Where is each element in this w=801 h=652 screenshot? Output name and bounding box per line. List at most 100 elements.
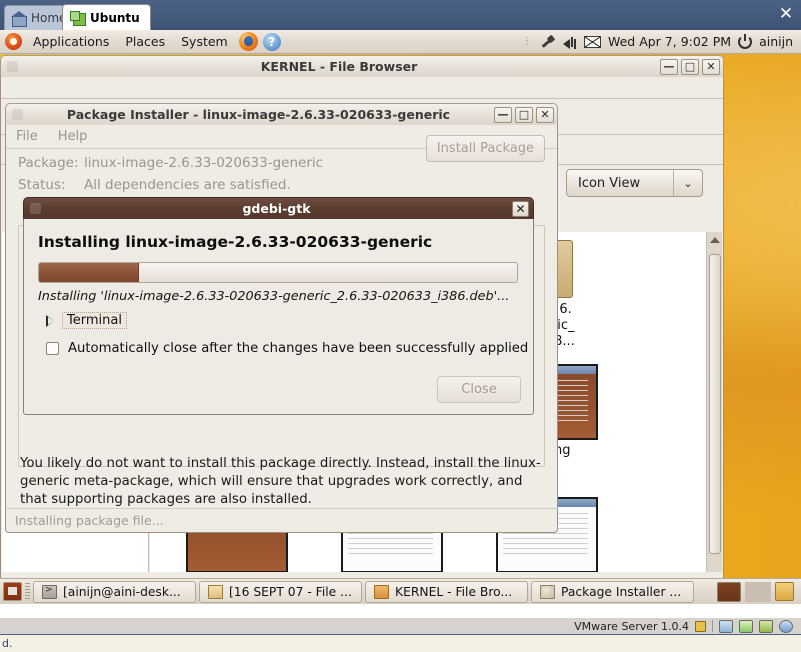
package-installer-close-button[interactable]: ✕: [536, 106, 554, 123]
panel-username[interactable]: ainijn: [759, 34, 793, 49]
window-menu-icon[interactable]: [12, 109, 23, 120]
install-package-button[interactable]: Install Package: [425, 135, 545, 162]
package-installer-status-text: Installing package file...: [15, 513, 164, 528]
taskbar-item-kernel[interactable]: KERNEL - File Bro...: [365, 580, 528, 603]
nautilus-close-button[interactable]: ✕: [702, 58, 720, 75]
network-plug-icon[interactable]: [540, 35, 555, 49]
taskbar-tray: [717, 581, 798, 602]
home-icon: [11, 10, 27, 27]
panel-clock[interactable]: Wed Apr 7, 9:02 PM: [608, 34, 731, 49]
taskbar-item-terminal[interactable]: [ainijn@aini-desk...: [33, 580, 196, 603]
cdrom-device-icon[interactable]: [739, 619, 753, 633]
taskbar-item-package-installer[interactable]: Package Installer ...: [531, 580, 694, 603]
scroll-up-icon[interactable]: [710, 237, 720, 243]
nautilus-vertical-scrollbar[interactable]: [706, 232, 722, 572]
gdebi-titlebar[interactable]: gdebi-gtk ✕: [23, 197, 534, 219]
install-progress-bar: [38, 262, 518, 283]
trash-icon[interactable]: [775, 582, 794, 601]
firefox-icon[interactable]: [238, 32, 258, 51]
menu-applications[interactable]: Applications: [25, 30, 117, 54]
install-status-text: Installing 'linux-image-2.6.33-020633-ge…: [38, 289, 510, 304]
gdebi-heading: Installing linux-image-2.6.33-020633-gen…: [38, 233, 433, 251]
gnome-taskbar: [ainijn@aini-desk... [16 SEPT 07 - File …: [0, 578, 801, 604]
vmware-statusbar: VMware Server 1.0.4: [0, 618, 801, 634]
auto-close-checkbox-row[interactable]: Automatically close after the changes ha…: [46, 341, 528, 356]
taskbar-item-terminal-label: [ainijn@aini-desk...: [63, 584, 181, 599]
disk-device-icon[interactable]: [719, 619, 733, 633]
view-selector-dropdown[interactable]: Icon View ⌄: [566, 169, 703, 197]
menu-system[interactable]: System: [173, 30, 236, 54]
terminal-icon: [42, 584, 57, 599]
menu-help[interactable]: Help: [58, 129, 88, 144]
package-label: Package:: [18, 155, 79, 171]
auto-close-checkbox[interactable]: [46, 342, 59, 355]
show-desktop-icon[interactable]: [3, 582, 22, 601]
screen: ✕ Home Ubuntu Applications Places System…: [0, 0, 801, 652]
scrollbar-thumb[interactable]: [709, 254, 721, 554]
package-installer-titlebar[interactable]: Package Installer - linux-image-2.6.33-0…: [5, 103, 558, 125]
vmware-tab-ubuntu[interactable]: Ubuntu: [62, 4, 151, 30]
nautilus-menubar: [1, 77, 723, 99]
package-installer-title: Package Installer - linux-image-2.6.33-0…: [66, 107, 451, 122]
gdebi-close-action-label: Close: [461, 382, 497, 397]
vmware-tabstrip: Home Ubuntu: [0, 0, 801, 30]
auto-close-checkbox-label: Automatically close after the changes ha…: [68, 341, 529, 356]
nautilus-minimize-button[interactable]: —: [660, 58, 678, 75]
terminal-expander[interactable]: Terminal: [46, 312, 127, 329]
network-device-icon[interactable]: [779, 619, 793, 633]
status-label: Status:: [18, 177, 66, 193]
ubuntu-vm-icon: [70, 10, 86, 26]
gdebi-close-button[interactable]: ✕: [512, 200, 529, 217]
chevron-right-icon[interactable]: [46, 314, 55, 327]
gdebi-icon: [540, 584, 555, 599]
nautilus-window-buttons: — □ ✕: [660, 58, 720, 75]
progress-fill: [39, 263, 140, 282]
taskbar-item-package-installer-label: Package Installer ...: [561, 584, 682, 599]
terminal-expander-label: Terminal: [62, 312, 127, 329]
vmware-tab-ubuntu-label: Ubuntu: [90, 10, 140, 25]
menu-file[interactable]: File: [16, 129, 38, 144]
status-value: All dependencies are satisfied.: [84, 177, 291, 193]
power-icon[interactable]: [738, 33, 753, 49]
mail-icon[interactable]: [583, 35, 601, 48]
package-description: You likely do not want to install this p…: [20, 456, 541, 507]
nautilus-maximize-button[interactable]: □: [681, 58, 699, 75]
help-icon[interactable]: ?: [262, 32, 281, 51]
guest-desktop: Applications Places System ? ⋮ Wed Apr 7…: [0, 30, 801, 604]
volume-icon[interactable]: [562, 35, 577, 49]
gnome-top-panel: Applications Places System ? ⋮ Wed Apr 7…: [0, 30, 801, 54]
lock-icon: [695, 620, 706, 632]
folder-open-icon: [374, 584, 389, 599]
vmware-bottom-line: d.: [0, 634, 801, 652]
workspace-switcher-blank[interactable]: [745, 581, 771, 602]
nautilus-titlebar[interactable]: KERNEL - File Browser — □ ✕: [0, 55, 724, 77]
gdebi-title: gdebi-gtk: [242, 201, 311, 216]
taskbar-item-16sept07-label: [16 SEPT 07 - File ...: [229, 584, 352, 599]
ubuntu-logo-icon: [5, 33, 22, 50]
package-installer-maximize-button[interactable]: □: [515, 106, 533, 123]
folder-icon: [208, 584, 223, 599]
panel-tray: ⋮ Wed Apr 7, 9:02 PM ainijn: [521, 33, 801, 49]
gdebi-close-action-button[interactable]: Close: [437, 376, 521, 403]
panel-grip: ⋮: [521, 36, 533, 47]
menu-places[interactable]: Places: [117, 30, 173, 54]
taskbar-item-16sept07[interactable]: [16 SEPT 07 - File ...: [199, 580, 362, 603]
window-menu-icon[interactable]: [30, 203, 41, 214]
gdebi-body: Installing linux-image-2.6.33-020633-gen…: [23, 219, 534, 415]
nautilus-title: KERNEL - File Browser: [260, 59, 418, 74]
package-installer-statusbar: Installing package file...: [7, 508, 558, 532]
taskbar-item-kernel-label: KERNEL - File Bro...: [395, 584, 513, 599]
status-row: Status: All dependencies are satisfied.: [6, 171, 557, 193]
floppy-device-icon[interactable]: [759, 619, 773, 633]
workspace-switcher-icon[interactable]: [717, 581, 741, 602]
package-installer-minimize-button[interactable]: —: [494, 106, 512, 123]
gdebi-dialog: gdebi-gtk ✕ Installing linux-image-2.6.3…: [23, 197, 534, 415]
install-package-button-label: Install Package: [436, 141, 534, 156]
package-installer-window-buttons: — □ ✕: [494, 106, 554, 123]
statusbar-separator: [712, 620, 713, 632]
vmware-product-label: VMware Server 1.0.4: [574, 619, 689, 633]
taskbar-grip[interactable]: [25, 582, 30, 601]
window-menu-icon[interactable]: [7, 61, 18, 72]
chevron-down-icon[interactable]: ⌄: [674, 177, 702, 190]
view-selector-value: Icon View: [578, 175, 641, 191]
